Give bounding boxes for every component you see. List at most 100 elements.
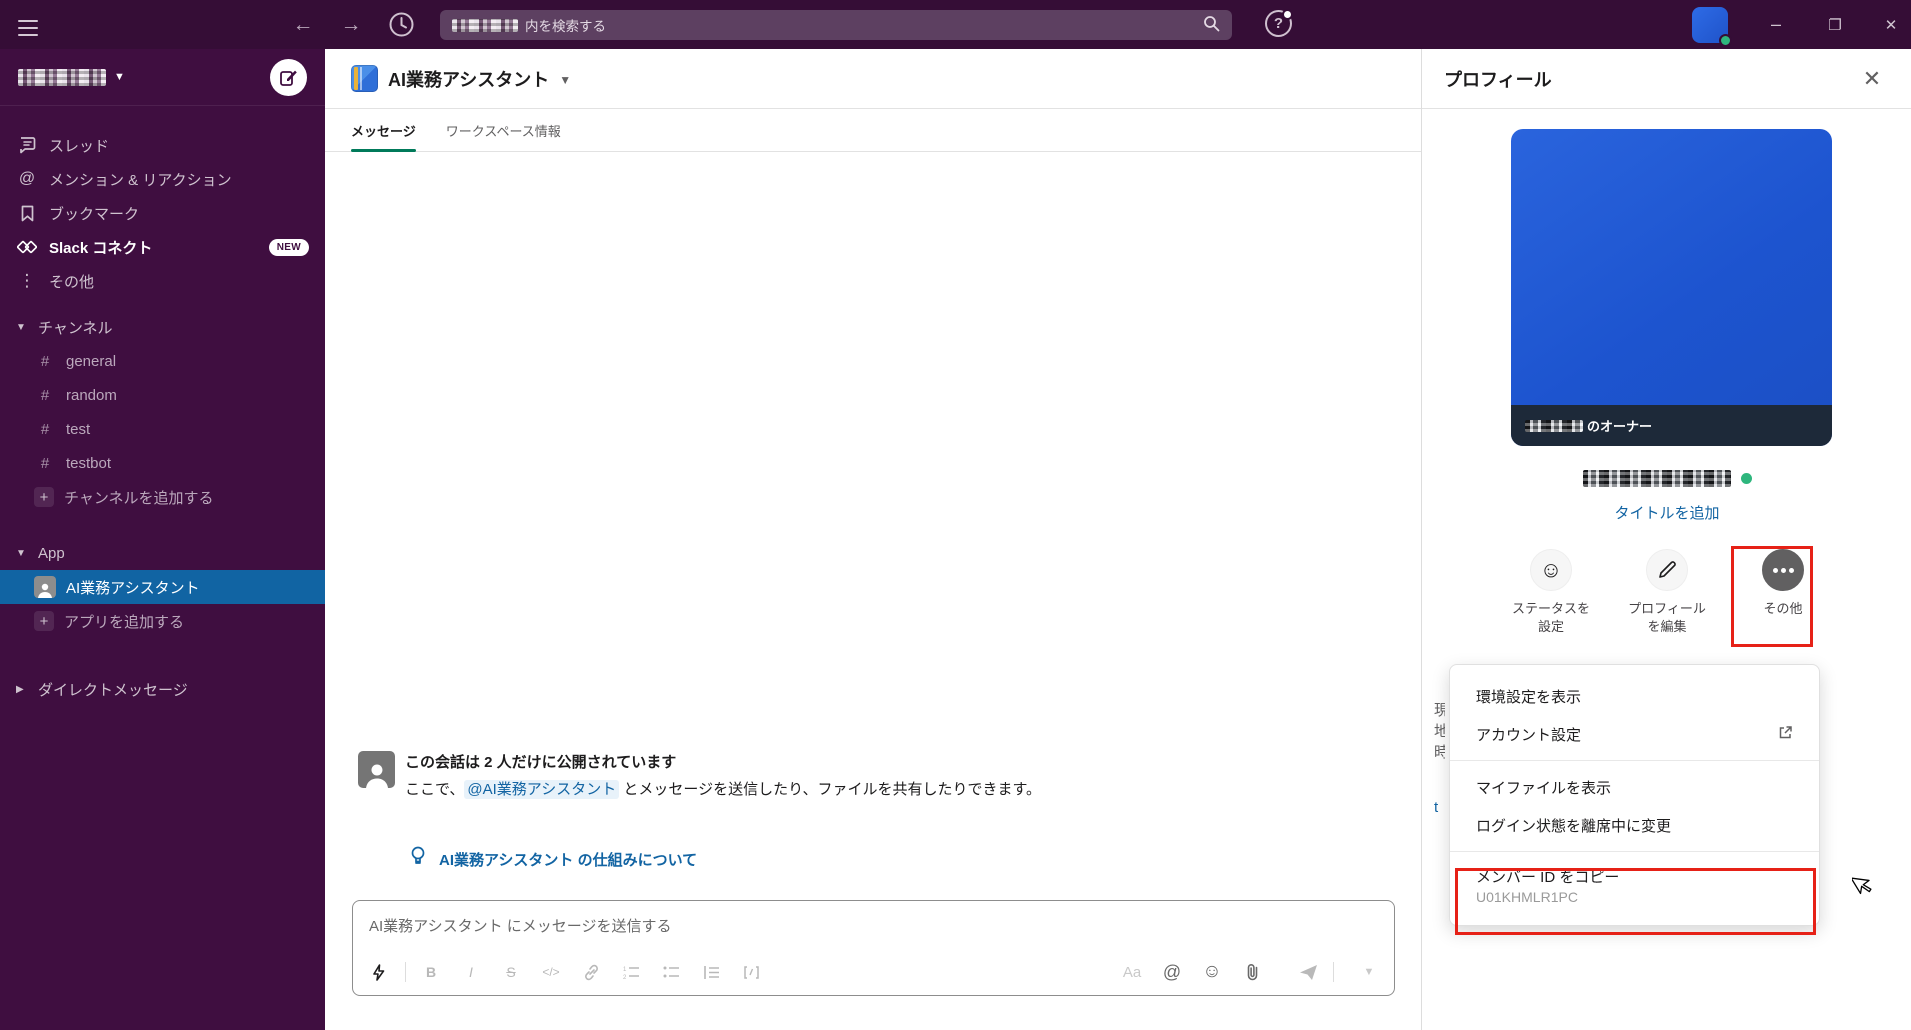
intro-title: この会話は 2 人だけに公開されています	[405, 751, 1041, 772]
send-icon[interactable]	[1293, 958, 1323, 986]
add-app-button[interactable]: + アプリを追加する	[0, 604, 325, 638]
composer-placeholder: AI業務アシスタント にメッセージを送信する	[369, 915, 671, 936]
search-icon	[1203, 15, 1220, 35]
sidebar-item-slack-connect[interactable]: Slack コネクト NEW	[0, 230, 325, 264]
show-formatting-icon[interactable]: Aa	[1117, 958, 1147, 986]
slack-connect-icon	[16, 239, 38, 255]
edit-profile-button[interactable]: プロフィールを編集	[1624, 549, 1710, 636]
ordered-list-icon[interactable]: 12	[616, 958, 646, 986]
redacted-workspace-name	[1525, 420, 1583, 432]
italic-icon[interactable]: I	[456, 958, 486, 986]
attach-paperclip-icon[interactable]	[1237, 958, 1267, 986]
message-composer[interactable]: AI業務アシスタント にメッセージを送信する B I S </> 12	[352, 900, 1395, 996]
mentions-icon: @	[16, 170, 38, 188]
sidebar-channel-test[interactable]: # test	[0, 412, 325, 446]
bold-icon[interactable]: B	[416, 958, 446, 986]
divider	[1450, 851, 1819, 852]
presence-dot	[1719, 34, 1732, 47]
redacted-workspace-name	[452, 19, 518, 32]
sidebar-item-mentions[interactable]: @ メンション & リアクション	[0, 162, 325, 196]
shortcuts-lightning-icon[interactable]	[363, 958, 393, 986]
search-input[interactable]: 内を検索する	[440, 10, 1232, 40]
owner-band: のオーナー	[1511, 405, 1832, 446]
new-message-button[interactable]	[270, 59, 307, 96]
menu-item-account-settings[interactable]: アカウント設定	[1450, 715, 1819, 753]
threads-icon	[16, 136, 38, 154]
sidebar-channel-testbot[interactable]: # testbot	[0, 446, 325, 480]
code-block-icon[interactable]	[736, 958, 766, 986]
emoji-icon: ☺	[1530, 549, 1572, 591]
plus-icon: +	[34, 611, 54, 631]
search-placeholder: 内を検索する	[525, 15, 606, 35]
add-channel-button[interactable]: + チャンネルを追加する	[0, 480, 325, 514]
sidebar-item-threads[interactable]: スレッド	[0, 128, 325, 162]
emoji-icon[interactable]: ☺	[1197, 958, 1227, 986]
learn-more-link[interactable]: AI業務アシスタント の仕組みについて	[439, 849, 697, 870]
menu-item-copy-member-id[interactable]: メンバー ID をコピー	[1450, 859, 1819, 893]
chevron-expanded-icon: ▼	[16, 548, 26, 559]
hamburger-menu-icon[interactable]	[18, 15, 38, 33]
close-icon[interactable]: ✕	[1855, 62, 1889, 96]
set-status-button[interactable]: ☺ ステータスを設定	[1508, 549, 1594, 636]
link-icon[interactable]	[576, 958, 606, 986]
strikethrough-icon[interactable]: S	[496, 958, 526, 986]
more-actions-button[interactable]: その他	[1740, 549, 1826, 636]
history-forward-icon[interactable]: →	[336, 10, 366, 40]
bookmark-icon	[16, 205, 38, 222]
app-book-icon	[351, 65, 378, 92]
composer-toolbar: B I S </> 12	[363, 955, 1384, 989]
svg-text:1: 1	[623, 967, 627, 973]
intro-body: ここで、@AI業務アシスタント とメッセージを送信したり、ファイルを共有したりで…	[405, 778, 1041, 799]
chevron-down-icon: ▼	[114, 71, 125, 83]
history-clock-icon[interactable]	[388, 11, 415, 38]
window-minimize-button[interactable]: –	[1753, 0, 1799, 49]
channel-title[interactable]: AI業務アシスタント	[388, 66, 549, 92]
channels-section-header[interactable]: ▼ チャンネル	[0, 310, 325, 344]
workspace-switcher[interactable]: ▼	[0, 49, 325, 106]
add-title-link[interactable]: タイトルを追加	[1422, 502, 1911, 523]
menu-item-my-files[interactable]: マイファイルを表示	[1450, 768, 1819, 806]
mention-link[interactable]: @AI業務アシスタント	[464, 780, 619, 799]
top-bar: ← → 内を検索する ? – ❐ ✕	[0, 0, 1911, 49]
tab-workspace-info[interactable]: ワークスペース情報	[446, 109, 561, 151]
menu-item-preferences[interactable]: 環境設定を表示	[1450, 677, 1819, 715]
user-avatar[interactable]	[1692, 7, 1728, 43]
main-pane: AI業務アシスタント ▼ メッセージ ワークスペース情報 この会話は 2 人だけ…	[325, 49, 1421, 1030]
divider	[1333, 962, 1334, 982]
history-back-icon[interactable]: ←	[288, 10, 318, 40]
window-close-button[interactable]: ✕	[1868, 0, 1911, 49]
sidebar-app-ai-assistant[interactable]: AI業務アシスタント	[0, 570, 325, 604]
conversation-intro: この会話は 2 人だけに公開されています ここで、@AI業務アシスタント とメッ…	[358, 751, 1041, 799]
chevron-collapsed-icon: ▶	[16, 684, 26, 695]
pencil-icon	[1646, 549, 1688, 591]
inline-code-icon[interactable]: </>	[536, 958, 566, 986]
sidebar-item-more[interactable]: ⋮ その他	[0, 264, 325, 298]
lightbulb-icon	[410, 846, 426, 872]
profile-actions: ☺ ステータスを設定 プロフィールを編集 その他	[1422, 549, 1911, 636]
tab-messages[interactable]: メッセージ	[351, 109, 416, 151]
member-id-value: U01KHMLR1PC	[1450, 889, 1819, 913]
slack-window: ← → 内を検索する ? – ❐ ✕ ▼	[0, 0, 1911, 1030]
profile-name-row	[1422, 470, 1911, 487]
divider	[405, 962, 406, 982]
bullet-list-icon[interactable]	[656, 958, 686, 986]
send-options-chevron-icon[interactable]: ▼	[1354, 958, 1384, 986]
sidebar-channel-general[interactable]: # general	[0, 344, 325, 378]
redacted-workspace-name	[18, 69, 106, 86]
chevron-expanded-icon: ▼	[16, 322, 26, 333]
sidebar-channel-random[interactable]: # random	[0, 378, 325, 412]
menu-item-set-away[interactable]: ログイン状態を離席中に変更	[1450, 806, 1819, 844]
dms-section-header[interactable]: ▶ ダイレクトメッセージ	[0, 672, 325, 706]
help-icon[interactable]: ?	[1265, 10, 1292, 37]
blockquote-icon[interactable]	[696, 958, 726, 986]
apps-section-header[interactable]: ▼ App	[0, 536, 325, 570]
mention-someone-icon[interactable]: @	[1157, 958, 1187, 986]
profile-photo[interactable]: のオーナー	[1511, 129, 1832, 446]
presence-dot	[1741, 473, 1752, 484]
plus-icon: +	[34, 487, 54, 507]
sidebar-item-bookmarks[interactable]: ブックマーク	[0, 196, 325, 230]
chevron-down-icon: ▼	[559, 73, 571, 87]
window-maximize-button[interactable]: ❐	[1812, 0, 1858, 49]
new-badge: NEW	[269, 239, 309, 256]
profile-panel-header: プロフィール ✕	[1422, 49, 1911, 109]
